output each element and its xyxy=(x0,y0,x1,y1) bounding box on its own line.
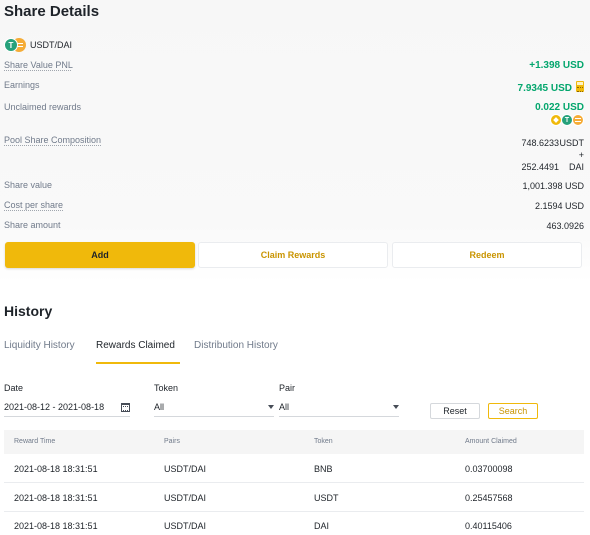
date-range-value: 2021-08-12 - 2021-08-18 xyxy=(4,402,105,412)
reset-button[interactable]: Reset xyxy=(430,403,480,419)
share-amount-label: Share amount xyxy=(4,220,61,230)
composition-unit-usdt: USDT xyxy=(559,138,585,148)
cell-amount-claimed: 0.40115406 xyxy=(465,521,512,531)
tab-liquidity-history[interactable]: Liquidity History xyxy=(4,340,75,351)
pair-select-value: All xyxy=(279,402,290,412)
share-value-label: Share value xyxy=(4,180,53,190)
pair-row: T USDT/DAI xyxy=(4,38,72,52)
chevron-down-icon xyxy=(268,405,274,409)
cell-pair: USDT/DAI xyxy=(164,493,207,503)
cell-pair: USDT/DAI xyxy=(164,521,207,531)
tab-rewards-claimed[interactable]: Rewards Claimed xyxy=(96,340,175,351)
earnings-label: Earnings xyxy=(4,80,40,90)
dai-icon xyxy=(572,114,584,126)
cost-per-share-value: 2.1594 USD xyxy=(534,201,584,211)
table-header: Reward Time Pairs Token Amount Claimed xyxy=(4,430,584,454)
cell-reward-time: 2021-08-18 18:31:51 xyxy=(14,521,98,531)
token-select-value: All xyxy=(154,402,165,412)
usdt-icon: T xyxy=(4,38,18,52)
earnings-value-wrap: 7.9345 USD xyxy=(518,81,584,94)
composition-amount-usdt: 748.6233 xyxy=(521,138,559,148)
cell-reward-time: 2021-08-18 18:31:51 xyxy=(14,464,98,474)
pair-coin-icons: T xyxy=(4,38,26,52)
cell-token: DAI xyxy=(314,521,330,531)
pool-share-composition-value: 748.6233 USDT + 252.4491 DAI xyxy=(464,137,584,173)
tab-distribution-history[interactable]: Distribution History xyxy=(194,340,278,351)
history-title: History xyxy=(4,303,53,319)
table-row: 2021-08-18 18:31:51 USDT/DAI BNB 0.03700… xyxy=(4,455,584,483)
column-header-amount-claimed: Amount Claimed xyxy=(465,438,517,445)
claim-rewards-button[interactable]: Claim Rewards xyxy=(198,242,388,268)
chevron-down-icon xyxy=(393,405,399,409)
add-button[interactable]: Add xyxy=(5,242,195,268)
column-header-reward-time: Reward Time xyxy=(14,438,56,445)
cell-pair: USDT/DAI xyxy=(164,464,207,474)
unclaimed-rewards-label: Unclaimed rewards xyxy=(4,102,82,112)
table-row: 2021-08-18 18:31:51 USDT/DAI USDT 0.2545… xyxy=(4,484,584,512)
table-row: 2021-08-18 18:31:51 USDT/DAI DAI 0.40115… xyxy=(4,512,584,535)
column-header-pairs: Pairs xyxy=(164,438,180,445)
share-value-pnl-value: +1.398 USD xyxy=(529,60,584,71)
share-details-panel: Share Details T USDT/DAI Share Value PNL… xyxy=(0,0,590,282)
cell-amount-claimed: 0.25457568 xyxy=(465,493,513,503)
share-value-value: 1,001.398 USD xyxy=(522,181,584,191)
calculator-icon[interactable] xyxy=(576,81,584,92)
composition-unit-dai: DAI xyxy=(568,162,584,172)
cost-per-share-label[interactable]: Cost per share xyxy=(4,200,63,210)
cell-token: BNB xyxy=(314,464,333,474)
active-tab-indicator xyxy=(96,362,180,364)
cell-amount-claimed: 0.03700098 xyxy=(465,464,513,474)
column-header-token: Token xyxy=(314,438,333,445)
calendar-icon[interactable] xyxy=(121,402,130,412)
composition-plus: + xyxy=(578,150,584,160)
cell-token: USDT xyxy=(314,493,339,503)
cell-reward-time: 2021-08-18 18:31:51 xyxy=(14,493,98,503)
earnings-value: 7.9345 USD xyxy=(517,83,572,94)
composition-amount-dai: 252.4491 xyxy=(521,162,559,172)
reward-token-icons: T xyxy=(550,114,584,126)
share-amount-value: 463.0926 xyxy=(546,221,584,231)
pool-share-composition-label[interactable]: Pool Share Composition xyxy=(4,135,101,145)
pair-select[interactable]: All xyxy=(279,398,399,417)
token-select[interactable]: All xyxy=(154,398,274,417)
share-value-pnl-label[interactable]: Share Value PNL xyxy=(4,60,73,70)
share-details-title: Share Details xyxy=(4,3,100,20)
pair-name: USDT/DAI xyxy=(30,40,73,50)
pair-filter-label: Pair xyxy=(279,383,296,393)
redeem-button[interactable]: Redeem xyxy=(392,242,582,268)
date-filter-label: Date xyxy=(4,383,24,393)
date-range-picker[interactable]: 2021-08-12 - 2021-08-18 xyxy=(4,398,130,417)
unclaimed-rewards-value: 0.022 USD xyxy=(535,102,584,113)
token-filter-label: Token xyxy=(154,383,179,393)
search-button[interactable]: Search xyxy=(488,403,538,419)
